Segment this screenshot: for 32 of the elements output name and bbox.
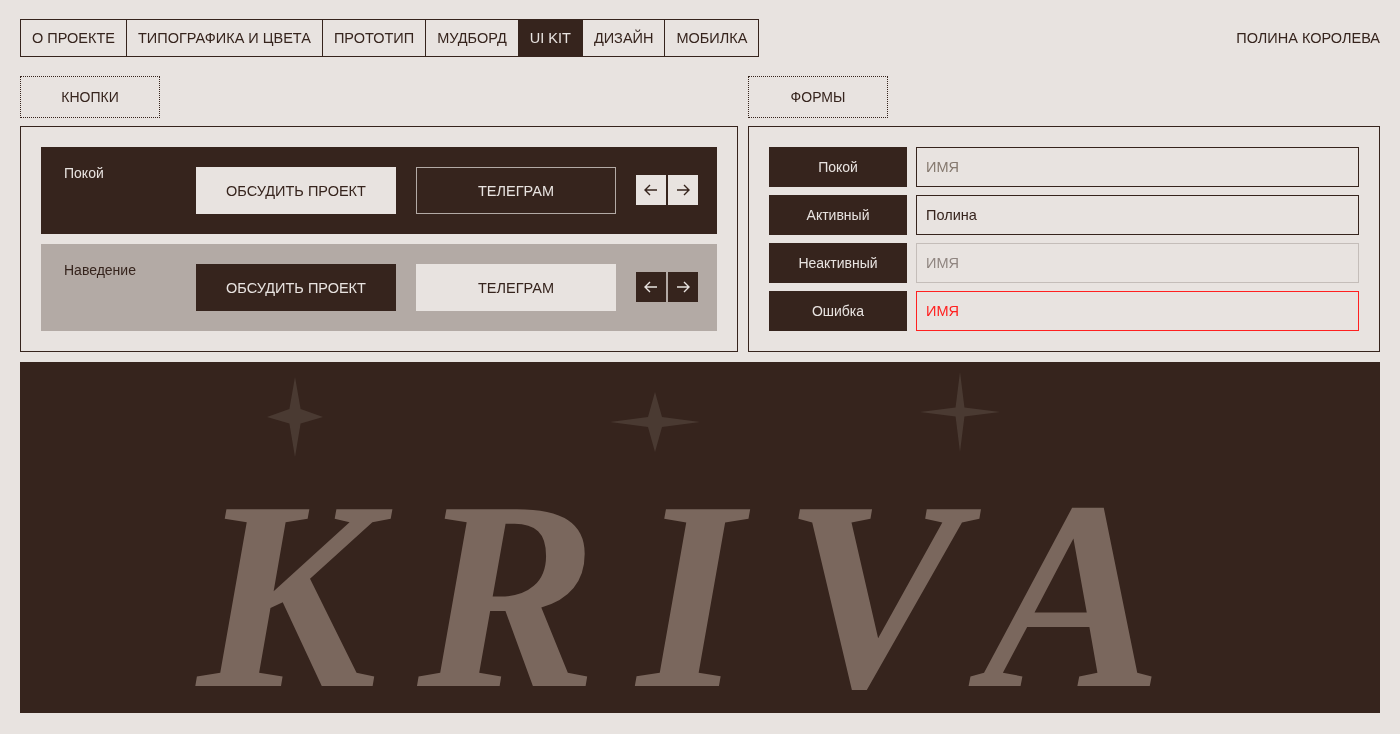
author-name: ПОЛИНА КОРОЛЕВА — [1236, 30, 1380, 46]
next-button[interactable] — [668, 272, 698, 302]
arrow-left-icon — [644, 281, 658, 293]
discuss-button[interactable]: ОБСУДИТЬ ПРОЕКТ — [196, 167, 396, 214]
nav-tab[interactable]: О ПРОЕКТЕ — [21, 20, 126, 56]
state-label: Ошибка — [769, 291, 907, 331]
discuss-button[interactable]: ОБСУДИТЬ ПРОЕКТ — [196, 264, 396, 311]
arrow-left-icon — [644, 184, 658, 196]
section-label: ФОРМЫ — [748, 76, 888, 118]
name-input-field[interactable]: ИМЯ — [916, 291, 1359, 331]
nav-tab[interactable]: ТИПОГРАФИКА И ЦВЕТА — [126, 20, 322, 56]
arrow-right-icon — [676, 184, 690, 196]
nav-tab[interactable]: UI KIT — [517, 20, 582, 56]
state-label: Покой — [64, 165, 105, 181]
next-button[interactable] — [668, 175, 698, 205]
state-label: Наведение — [64, 262, 137, 278]
nav-tab[interactable]: ПРОТОТИП — [321, 20, 426, 56]
telegram-button[interactable]: ТЕЛЕГРАМ — [416, 264, 616, 311]
name-input-field[interactable]: ИМЯ — [916, 147, 1359, 187]
state-label: Активный — [769, 195, 907, 235]
telegram-button[interactable]: ТЕЛЕГРАМ — [416, 167, 616, 214]
name-input-field[interactable]: Полина — [916, 195, 1359, 235]
banner-logo-text: KRIVA — [197, 487, 1203, 713]
previous-button[interactable] — [636, 272, 666, 302]
state-label: Покой — [769, 147, 907, 187]
nav-tab[interactable]: МУДБОРД — [425, 20, 518, 56]
nav-tab[interactable]: ДИЗАЙН — [581, 20, 665, 56]
nav-tab[interactable]: МОБИЛКА — [664, 20, 759, 56]
arrow-right-icon — [676, 281, 690, 293]
previous-button[interactable] — [636, 175, 666, 205]
section-label: КНОПКИ — [20, 76, 160, 118]
state-label: Неактивный — [769, 243, 907, 283]
